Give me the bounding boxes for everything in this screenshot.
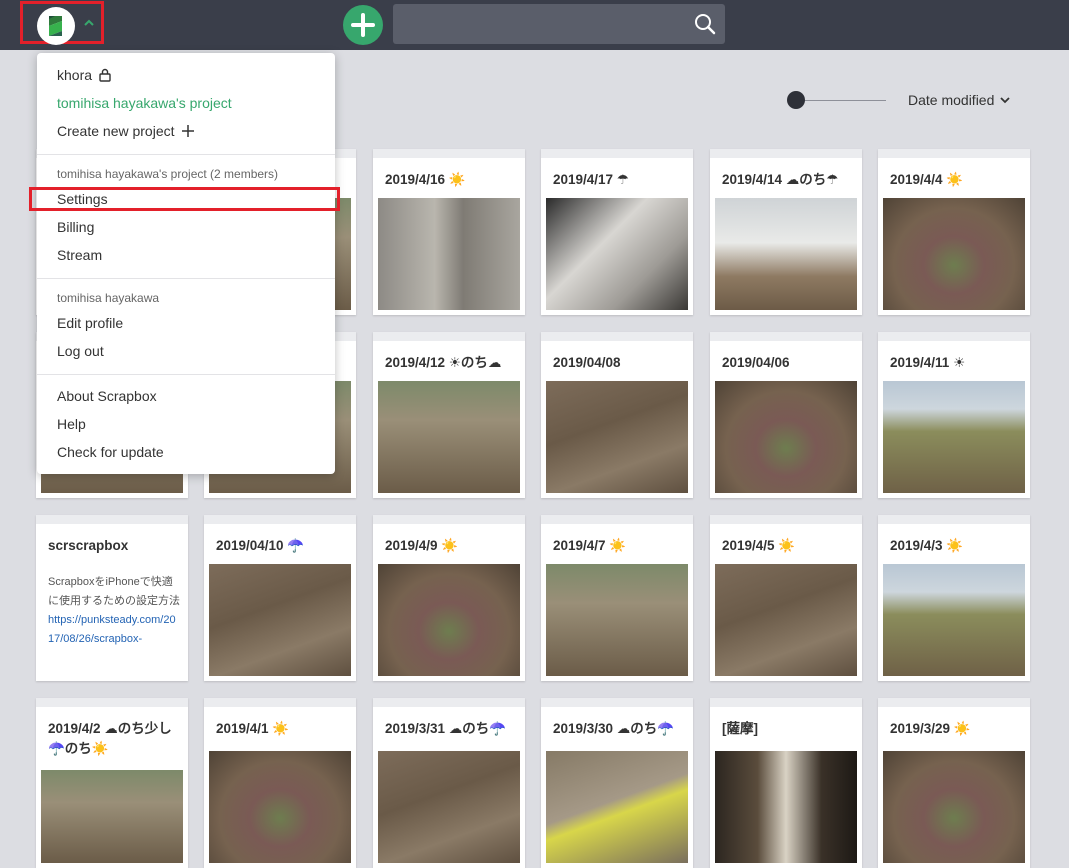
menu-item-edit-profile[interactable]: Edit profile [57, 312, 123, 334]
card-thumbnail [209, 751, 351, 863]
page-card[interactable]: 2019/3/31 ☁のち☂️ [373, 698, 525, 868]
page-card[interactable]: 2019/4/9 ☀️ [373, 515, 525, 681]
card-description: ScrapboxをiPhoneで快適に使用するための設定方法 https://pu… [48, 573, 180, 649]
new-page-button[interactable] [343, 5, 383, 45]
page-card[interactable]: 2019/4/7 ☀️ [541, 515, 693, 681]
card-thumbnail [883, 381, 1025, 493]
menu-user-section-header: tomihisa hayakawa [57, 291, 160, 305]
card-thumbnail [378, 564, 520, 676]
card-thumbnail [546, 751, 688, 863]
card-title: 2019/4/12 ☀のち☁ [385, 355, 502, 370]
page-card[interactable]: 2019/4/3 ☀️ [878, 515, 1030, 681]
page-card[interactable]: 2019/4/5 ☀️ [710, 515, 862, 681]
card-thumbnail [883, 751, 1025, 863]
menu-project-khora[interactable]: khora [57, 64, 112, 86]
card-title: 2019/3/29 ☀️ [890, 721, 971, 736]
page-card[interactable]: scrscrapbox ScrapboxをiPhoneで快適に使用するための設定方… [36, 515, 188, 681]
card-title: 2019/4/9 ☀️ [385, 538, 459, 553]
chevron-up-icon [84, 19, 94, 26]
page-card[interactable]: 2019/4/16 ☀️ [373, 149, 525, 315]
card-title: 2019/4/3 ☀️ [890, 538, 964, 553]
menu-item-log-out[interactable]: Log out [57, 340, 104, 362]
menu-item-check-update[interactable]: Check for update [57, 441, 164, 463]
sort-dropdown[interactable]: Date modified [908, 92, 1011, 108]
sort-label: Date modified [908, 92, 995, 108]
page-card[interactable]: 2019/04/10 ☂️ [204, 515, 356, 681]
page-card[interactable]: 2019/3/30 ☁のち☂️ [541, 698, 693, 868]
menu-create-project[interactable]: Create new project [57, 120, 195, 142]
page-card[interactable]: 2019/3/29 ☀️ [878, 698, 1030, 868]
page-card[interactable]: 2019/4/11 ☀ [878, 332, 1030, 498]
card-thumbnail [715, 751, 857, 863]
card-thumbnail [546, 564, 688, 676]
card-title: 2019/4/17 ☂ [553, 172, 629, 187]
card-thumbnail [546, 381, 688, 493]
card-title: 2019/4/11 ☀ [890, 355, 966, 370]
menu-divider [37, 154, 335, 155]
card-thumbnail [546, 198, 688, 310]
card-thumbnail [715, 564, 857, 676]
menu-item-settings[interactable]: Settings [57, 188, 108, 210]
card-title: 2019/4/5 ☀️ [722, 538, 796, 553]
menu-item-stream[interactable]: Stream [57, 244, 102, 266]
page-card[interactable]: 2019/4/12 ☀のち☁ [373, 332, 525, 498]
card-title: 2019/4/4 ☀️ [890, 172, 964, 187]
card-thumbnail [209, 564, 351, 676]
search-input[interactable] [393, 4, 725, 44]
lock-icon [99, 68, 111, 82]
card-title: 2019/4/14 ☁のち☂ [722, 172, 839, 187]
zoom-slider-track[interactable] [796, 100, 886, 101]
card-title: scrscrapbox [48, 538, 129, 553]
card-title: 2019/3/31 ☁のち☂️ [385, 721, 507, 736]
page-card[interactable]: [薩摩] [710, 698, 862, 868]
card-thumbnail [715, 381, 857, 493]
card-title: [薩摩] [722, 721, 758, 736]
card-thumbnail [715, 198, 857, 310]
page-card[interactable]: 2019/4/14 ☁のち☂ [710, 149, 862, 315]
page-card[interactable]: 2019/04/08 [541, 332, 693, 498]
project-dropdown-menu: khora tomihisa hayakawa's project Create… [29, 53, 340, 474]
card-thumbnail [41, 770, 183, 863]
card-title: 2019/3/30 ☁のち☂️ [553, 721, 675, 736]
page-card[interactable]: 2019/4/1 ☀️ [204, 698, 356, 868]
chevron-down-icon [1000, 97, 1011, 104]
scrapbox-logo-icon [37, 7, 75, 45]
card-thumbnail [378, 381, 520, 493]
page-card[interactable]: 2019/4/4 ☀️ [878, 149, 1030, 315]
plus-icon [181, 125, 194, 137]
card-title: 2019/04/10 ☂️ [216, 538, 305, 553]
menu-item-help[interactable]: Help [57, 413, 86, 435]
card-thumbnail [378, 198, 520, 310]
project-menu-button[interactable] [20, 1, 104, 45]
page-card[interactable]: 2019/4/2 ☁のち少し☂️のち☀️ [36, 698, 188, 868]
menu-divider [37, 278, 335, 279]
card-title: 2019/4/1 ☀️ [216, 721, 290, 736]
menu-project-section-header: tomihisa hayakawa's project (2 members) [57, 167, 279, 181]
search-icon[interactable] [694, 13, 716, 35]
card-thumbnail [883, 198, 1025, 310]
card-description-text: ScrapboxをiPhoneで快適に使用するための設定方法 [48, 576, 180, 607]
page-card[interactable]: 2019/04/06 [710, 332, 862, 498]
card-title: 2019/04/08 [553, 355, 621, 370]
card-title: 2019/4/2 ☁のち少し☂️のち☀️ [48, 721, 172, 756]
card-thumbnail [378, 751, 520, 863]
top-bar [0, 0, 1069, 50]
card-title: 2019/4/16 ☀️ [385, 172, 466, 187]
card-title: 2019/4/7 ☀️ [553, 538, 627, 553]
menu-project-current[interactable]: tomihisa hayakawa's project [57, 92, 232, 114]
menu-divider [37, 374, 335, 375]
card-link[interactable]: https://punksteady.com/2017/08/26/scrapb… [48, 611, 180, 649]
plus-icon [351, 13, 375, 37]
menu-item-billing[interactable]: Billing [57, 216, 94, 238]
zoom-slider-handle[interactable] [787, 91, 805, 109]
card-title: 2019/04/06 [722, 355, 790, 370]
menu-item-about[interactable]: About Scrapbox [57, 385, 157, 407]
card-thumbnail [883, 564, 1025, 676]
page-card[interactable]: 2019/4/17 ☂ [541, 149, 693, 315]
